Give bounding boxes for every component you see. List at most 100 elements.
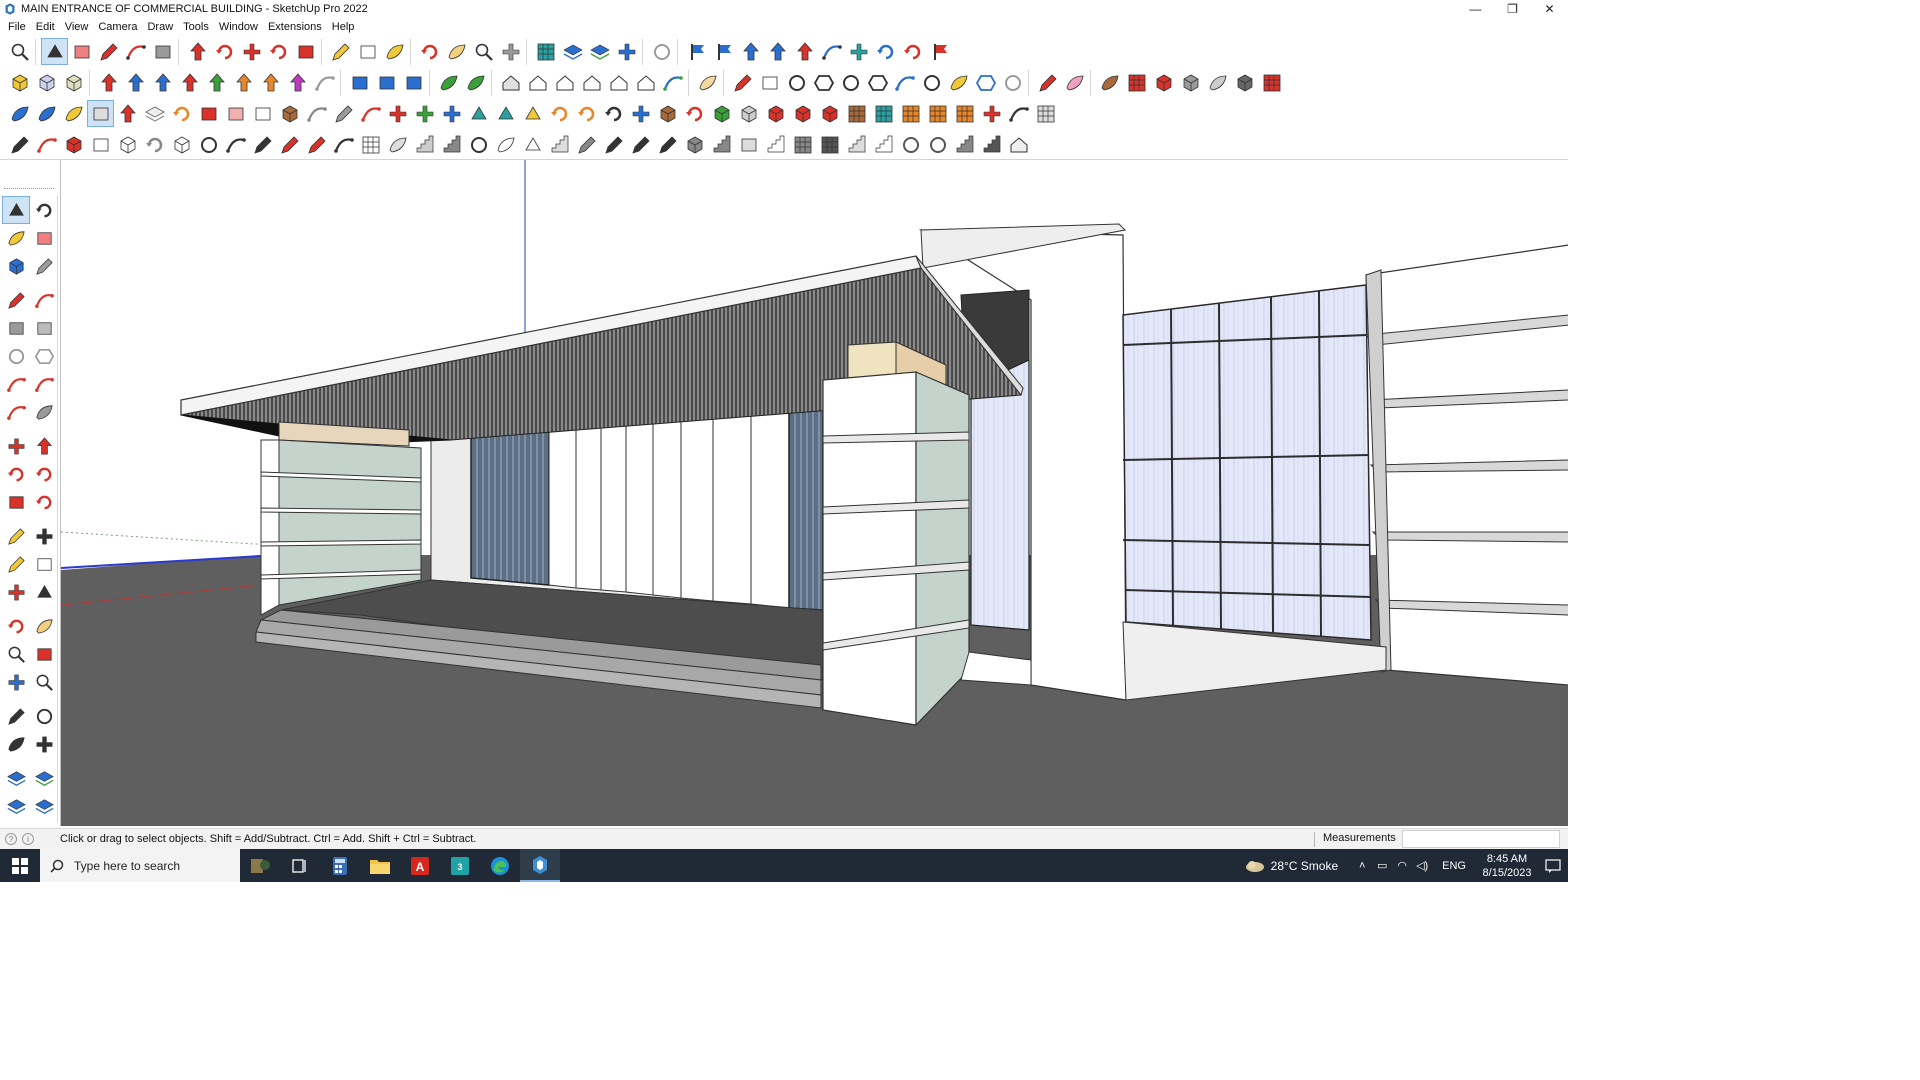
pipe-button[interactable] <box>1034 69 1061 96</box>
mat-2-button[interactable] <box>1123 69 1150 96</box>
house-3-button[interactable] <box>551 69 578 96</box>
tool-ag-button[interactable] <box>951 131 978 158</box>
start-button[interactable] <box>0 849 40 882</box>
wifi-icon[interactable]: ◠ <box>1392 859 1412 872</box>
two-point-arc-tool-button[interactable] <box>30 370 58 398</box>
section-button[interactable] <box>737 38 764 65</box>
freehand-tool-button[interactable] <box>30 286 58 314</box>
line-draw-button[interactable] <box>95 38 122 65</box>
tool-i-button[interactable] <box>303 131 330 158</box>
protractor-tool-button[interactable] <box>2 550 30 578</box>
notification-button[interactable] <box>1538 858 1568 874</box>
extrude-2-button[interactable] <box>122 69 149 96</box>
extrude-5-button[interactable] <box>203 69 230 96</box>
square-button[interactable] <box>195 100 222 127</box>
comp-3-button[interactable] <box>897 100 924 127</box>
meet-icon[interactable]: ▭ <box>1372 859 1392 872</box>
shape-10-button[interactable] <box>999 69 1026 96</box>
wrap-button[interactable] <box>694 69 721 96</box>
language-indicator[interactable]: ENG <box>1442 860 1466 872</box>
calculator-button[interactable] <box>320 849 360 882</box>
line-tool-2-button[interactable] <box>729 69 756 96</box>
close-button[interactable]: ✕ <box>1531 0 1568 18</box>
menu-edit[interactable]: Edit <box>31 18 60 36</box>
tool-s-button[interactable] <box>573 131 600 158</box>
wood-button[interactable] <box>276 100 303 127</box>
extrude-3-button[interactable] <box>149 69 176 96</box>
polygon-tool-button[interactable] <box>30 342 58 370</box>
follow-me-tool-button[interactable] <box>30 460 58 488</box>
select-tool-button[interactable] <box>2 196 30 224</box>
tool-t-button[interactable] <box>600 131 627 158</box>
eraser-button[interactable] <box>68 38 95 65</box>
house-6-button[interactable] <box>632 69 659 96</box>
shape-6-button[interactable] <box>891 69 918 96</box>
x-red-button[interactable] <box>978 100 1005 127</box>
offset-tool-button[interactable] <box>30 488 58 516</box>
rotate-2-button[interactable] <box>168 100 195 127</box>
volume-icon[interactable]: ◁) <box>1412 859 1432 872</box>
shape-4-button[interactable] <box>837 69 864 96</box>
paint-bucket-tool-button[interactable] <box>2 224 30 252</box>
house-4-button[interactable] <box>578 69 605 96</box>
tool-m-button[interactable] <box>411 131 438 158</box>
extrude-7-button[interactable] <box>257 69 284 96</box>
mat-4-button[interactable] <box>1177 69 1204 96</box>
tool-e-button[interactable] <box>195 131 222 158</box>
warehouse-button[interactable] <box>532 38 559 65</box>
round-corner-button[interactable] <box>311 69 338 96</box>
extrude-6-button[interactable] <box>230 69 257 96</box>
widgets-button[interactable] <box>240 849 280 882</box>
pie-tool-button[interactable] <box>2 398 30 426</box>
menu-tools[interactable]: Tools <box>178 18 214 36</box>
tape-measure-tool-button[interactable] <box>30 252 58 280</box>
move-button[interactable] <box>238 38 265 65</box>
drawing-viewport[interactable] <box>60 160 1568 826</box>
tag-button[interactable] <box>87 100 114 127</box>
tool-x-button[interactable] <box>708 131 735 158</box>
mat-6-button[interactable] <box>1231 69 1258 96</box>
geo-location-icon[interactable]: ? <box>5 833 17 845</box>
box-3-button[interactable] <box>762 100 789 127</box>
sort-up-button[interactable] <box>764 38 791 65</box>
tool-g-button[interactable] <box>249 131 276 158</box>
shape-button[interactable] <box>149 38 176 65</box>
layer-button[interactable] <box>141 100 168 127</box>
move-tool-button[interactable] <box>2 432 30 460</box>
paint-button[interactable] <box>381 38 408 65</box>
offset-2-button[interactable] <box>373 69 400 96</box>
tape-measure-button[interactable] <box>327 38 354 65</box>
extrude-8-button[interactable] <box>284 69 311 96</box>
extrude-1-button[interactable] <box>95 69 122 96</box>
dimension-button[interactable] <box>818 38 845 65</box>
tool-c-button[interactable] <box>141 131 168 158</box>
rotated-rectangle-tool-button[interactable] <box>30 314 58 342</box>
tool-ac-button[interactable] <box>843 131 870 158</box>
x-blue-button[interactable] <box>438 100 465 127</box>
tool-q-button[interactable] <box>519 131 546 158</box>
orbit-button[interactable] <box>416 38 443 65</box>
corner-button[interactable] <box>330 100 357 127</box>
push-pull-button[interactable] <box>184 38 211 65</box>
redo-button[interactable] <box>899 38 926 65</box>
tool-ah-button[interactable] <box>978 131 1005 158</box>
tool-ae-button[interactable] <box>897 131 924 158</box>
curve-3-button[interactable] <box>60 131 87 158</box>
offset-3-button[interactable] <box>400 69 427 96</box>
weather-widget[interactable]: 28°C Smoke <box>1245 859 1338 873</box>
swirl-button[interactable] <box>600 100 627 127</box>
blocks-button[interactable] <box>708 100 735 127</box>
orbit-tool-tool-button[interactable] <box>2 612 30 640</box>
undo-2-button[interactable] <box>681 100 708 127</box>
comp-4-button[interactable] <box>924 100 951 127</box>
tool-n-button[interactable] <box>438 131 465 158</box>
extension-warehouse-button[interactable] <box>559 38 586 65</box>
box-2-button[interactable] <box>735 100 762 127</box>
shape-2-button[interactable] <box>783 69 810 96</box>
target-button[interactable] <box>627 100 654 127</box>
tool-z-button[interactable] <box>762 131 789 158</box>
rectangle-tool-button[interactable] <box>2 314 30 342</box>
house-1-button[interactable] <box>497 69 524 96</box>
look-around-tool-button[interactable] <box>30 702 58 730</box>
link-button[interactable] <box>303 100 330 127</box>
